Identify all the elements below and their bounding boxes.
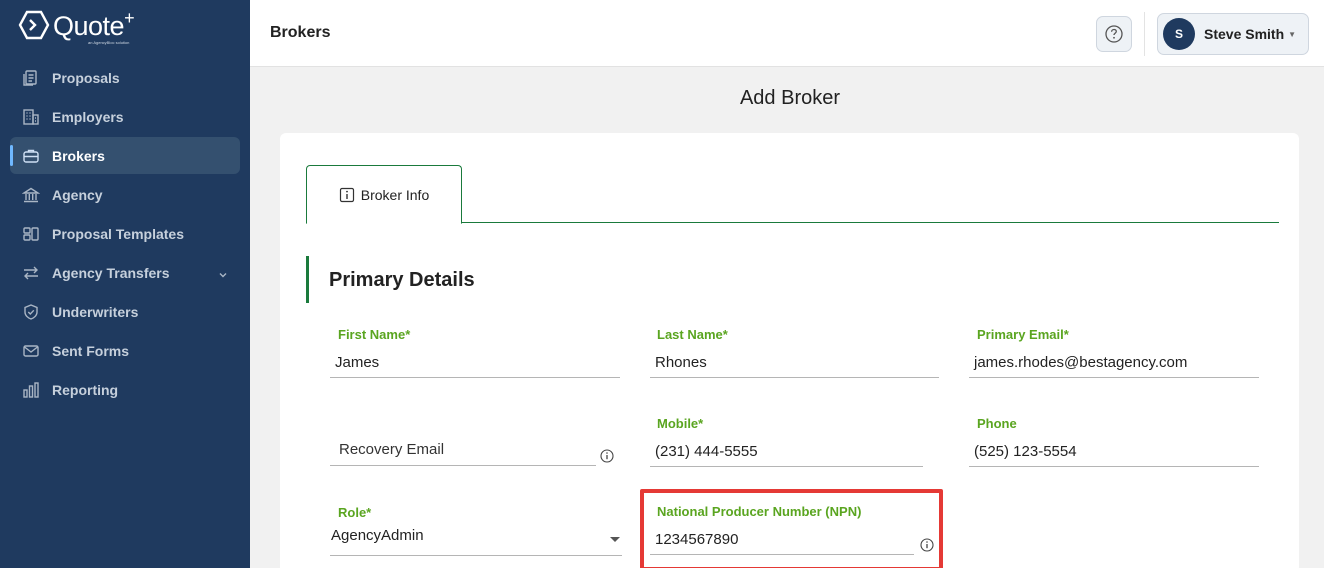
sidebar-item-agency[interactable]: Agency bbox=[10, 176, 240, 213]
phone-label: Phone bbox=[977, 416, 1017, 431]
sidebar-item-agency-transfers[interactable]: Agency Transfers bbox=[10, 254, 240, 291]
info-circle-icon[interactable] bbox=[600, 449, 614, 463]
role-select[interactable]: AgencyAdmin bbox=[331, 527, 424, 544]
sidebar-item-sent-forms[interactable]: Sent Forms bbox=[10, 332, 240, 369]
building-icon bbox=[21, 107, 41, 127]
role-label: Role* bbox=[338, 505, 372, 520]
tab-broker-info[interactable]: Broker Info bbox=[306, 165, 462, 224]
sidebar-item-reporting[interactable]: Reporting bbox=[10, 371, 240, 408]
hexagon-logo-icon bbox=[18, 10, 50, 40]
dropdown-caret-icon[interactable] bbox=[610, 537, 620, 542]
sidebar-item-underwriters[interactable]: Underwriters bbox=[10, 293, 240, 330]
sidebar-item-label: Reporting bbox=[52, 381, 119, 398]
phone-underline bbox=[969, 466, 1259, 467]
recovery-email-input[interactable]: Recovery Email bbox=[339, 441, 444, 458]
sidebar-item-label: Proposal Templates bbox=[52, 225, 185, 242]
bank-icon bbox=[21, 185, 41, 205]
templates-icon bbox=[21, 224, 41, 244]
info-square-icon bbox=[339, 187, 355, 203]
sidebar-item-label: Underwriters bbox=[52, 303, 139, 320]
shield-check-icon bbox=[21, 302, 41, 322]
sidebar-item-label: Brokers bbox=[52, 147, 105, 164]
sidebar-item-proposal-templates[interactable]: Proposal Templates bbox=[10, 215, 240, 252]
sidebar-item-proposals[interactable]: Proposals bbox=[10, 59, 240, 96]
tab-label: Broker Info bbox=[360, 186, 430, 203]
sidebar-item-brokers[interactable]: Brokers bbox=[10, 137, 240, 174]
primary-email-label: Primary Email* bbox=[977, 327, 1069, 342]
last-name-input[interactable]: Rhones bbox=[655, 354, 707, 371]
bar-chart-icon bbox=[21, 380, 41, 400]
last-name-label: Last Name* bbox=[657, 327, 728, 342]
sidebar-item-employers[interactable]: Employers bbox=[10, 98, 240, 135]
mail-icon bbox=[21, 341, 41, 361]
sidebar-item-label: Agency Transfers bbox=[52, 264, 170, 281]
page-title: Brokers bbox=[270, 24, 331, 41]
sidebar-item-label: Sent Forms bbox=[52, 342, 130, 359]
primary-email-input[interactable]: james.rhodes@bestagency.com bbox=[974, 354, 1187, 371]
logo-text: Quote+ bbox=[53, 8, 135, 41]
app-logo[interactable]: Quote+ an AgencyBloc solution bbox=[18, 8, 135, 45]
section-title: Primary Details bbox=[329, 269, 475, 291]
chevron-down-icon[interactable] bbox=[218, 267, 228, 283]
mobile-underline bbox=[650, 466, 923, 467]
npn-label: National Producer Number (NPN) bbox=[657, 504, 862, 519]
user-menu-button[interactable]: S Steve Smith ▼ bbox=[1157, 13, 1309, 55]
first-name-input[interactable]: James bbox=[335, 354, 379, 371]
form-title: Add Broker bbox=[739, 87, 841, 109]
sidebar-item-label: Employers bbox=[52, 108, 124, 125]
last-name-underline bbox=[650, 377, 939, 378]
phone-input[interactable]: (525) 123-5554 bbox=[974, 443, 1077, 460]
npn-underline bbox=[650, 554, 914, 555]
sidebar-nav: Proposals Employers Brokers Agency Propo… bbox=[10, 59, 240, 410]
first-name-label: First Name* bbox=[338, 327, 411, 342]
sidebar: Quote+ an AgencyBloc solution Proposals … bbox=[0, 0, 250, 568]
sidebar-item-label: Agency bbox=[52, 186, 103, 203]
transfer-icon bbox=[21, 263, 41, 283]
sidebar-item-label: Proposals bbox=[52, 69, 120, 86]
top-header: Brokers S Steve Smith ▼ bbox=[250, 0, 1324, 67]
recovery-email-underline bbox=[330, 465, 596, 466]
npn-input[interactable]: 1234567890 bbox=[655, 531, 738, 548]
caret-down-icon: ▼ bbox=[1288, 30, 1296, 39]
logo-tagline: an AgencyBloc solution bbox=[88, 40, 130, 45]
header-divider bbox=[1144, 12, 1145, 56]
section-accent-bar bbox=[306, 256, 309, 303]
mobile-label: Mobile* bbox=[657, 416, 704, 431]
first-name-underline bbox=[330, 377, 620, 378]
avatar: S bbox=[1163, 18, 1195, 50]
proposals-icon bbox=[21, 68, 41, 88]
briefcase-icon bbox=[21, 146, 41, 166]
role-underline bbox=[330, 555, 622, 556]
primary-email-underline bbox=[969, 377, 1259, 378]
user-name: Steve Smith bbox=[1204, 26, 1285, 42]
mobile-input[interactable]: (231) 444-5555 bbox=[655, 443, 758, 460]
help-circle-icon bbox=[1105, 25, 1123, 43]
help-button[interactable] bbox=[1096, 16, 1132, 52]
info-circle-icon[interactable] bbox=[920, 538, 934, 552]
